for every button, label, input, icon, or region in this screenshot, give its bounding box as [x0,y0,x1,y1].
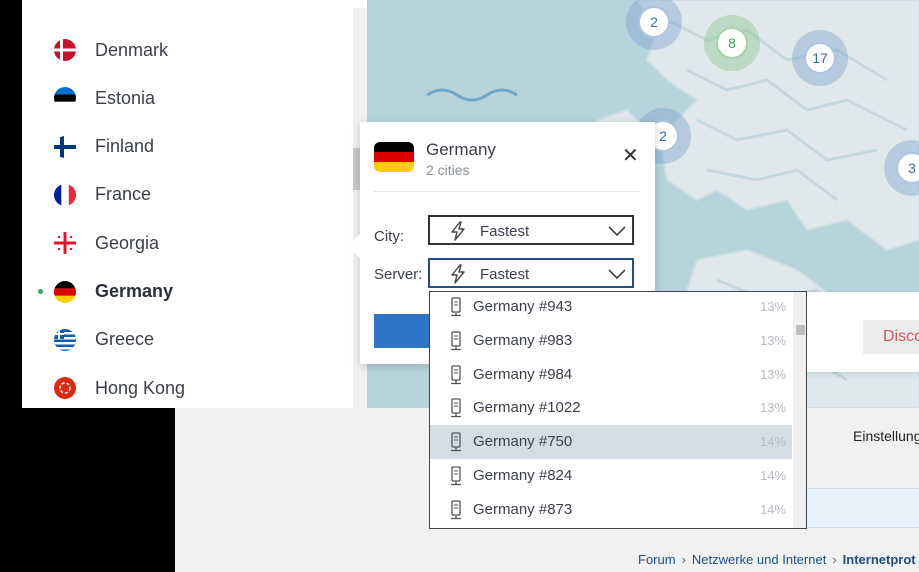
ee-flag-icon [54,87,76,110]
server-name: Germany #984 [473,365,573,383]
country-name: Denmark [95,39,169,60]
server-icon [451,432,461,452]
disconnect-button[interactable]: Disco [863,320,919,354]
country-name: Estonia [95,87,156,108]
server-label: Server: [374,266,423,283]
chevron-down-icon [608,269,626,280]
server-dropdown[interactable]: Germany #943 13% Germany #983 13% Germany #9… [429,291,807,529]
bolt-icon [451,221,465,241]
country-name: Greece [95,329,155,350]
de-flag-icon [54,280,76,303]
server-load: 14% [760,468,787,483]
city-select-value: Fastest [480,223,530,240]
dk-flag-icon [54,39,76,61]
info-strip [805,488,919,528]
germany-flag-icon [374,142,414,172]
server-load: 13% [760,332,787,348]
country-name: Hong Kong [95,377,186,398]
server-load: 13% [760,299,787,314]
server-item[interactable]: Germany #1022 13% [430,391,792,425]
server-select[interactable]: Fastest [428,258,634,288]
cluster-count: 17 [804,42,836,74]
country-item-fi[interactable]: Finland [22,125,352,169]
server-icon [451,297,461,317]
city-select[interactable]: Fastest [428,215,634,245]
server-icon [451,466,461,486]
cluster-count: 2 [638,6,670,38]
server-load: 14% [760,434,787,450]
server-icon [451,500,461,519]
country-item-hk[interactable]: Hong Kong [22,366,352,408]
popup-divider [374,191,640,192]
server-load: 14% [760,501,787,517]
server-item[interactable]: Germany #750 14% [430,425,792,460]
server-icon [451,364,461,384]
dropdown-scroll-thumb[interactable] [796,325,805,335]
server-item[interactable]: Germany #943 13% [430,292,792,324]
server-load: 13% [760,400,787,416]
country-item-gr[interactable]: Greece [22,318,352,362]
country-name: France [95,184,152,205]
country-item-ge[interactable]: Georgia [22,221,352,265]
server-name: Germany #824 [473,467,573,484]
server-item[interactable]: Germany #873 14% [430,493,792,527]
popup-pointer [348,232,362,260]
cluster-count: 3 [896,152,919,184]
breadcrumb-forum[interactable]: Forum [638,552,676,567]
bolt-icon [451,264,465,284]
server-cluster-marker[interactable]: 17 [792,30,848,86]
server-name: Germany #943 [473,298,573,315]
gr-flag-icon [54,328,76,351]
fi-flag-icon [54,135,76,158]
country-name: Georgia [95,232,160,253]
country-item-de[interactable]: Germany [22,270,352,314]
fr-flag-icon [54,183,76,206]
hk-flag-icon [54,377,76,400]
server-cluster-marker[interactable]: 8 [704,15,760,71]
breadcrumb-network[interactable]: Netzwerke und Internet [692,552,826,567]
breadcrumb: Forum › Netzwerke und Internet › Internetpro… [638,552,916,567]
server-icon [451,398,461,418]
server-icon [451,331,461,350]
ge-flag-icon [54,232,76,255]
country-name: Finland [95,136,155,157]
server-item[interactable]: Germany #984 13% [430,358,792,392]
country-item-dk[interactable]: Denmark [22,28,352,72]
popup-subtitle: 2 cities [426,162,470,178]
server-select-value: Fastest [480,266,530,283]
server-load: 13% [760,366,787,382]
country-item-ee[interactable]: Estonia [22,76,352,120]
settings-link[interactable]: Einstellung [853,428,919,444]
server-name: Germany #750 [473,433,573,451]
country-list[interactable]: Denmark Estonia Finland France Georgia German… [22,0,367,408]
close-icon[interactable]: ✕ [622,146,639,166]
server-item[interactable]: Germany #824 14% [430,459,792,493]
server-name: Germany #983 [473,331,573,349]
server-item[interactable]: Germany #983 13% [430,324,792,358]
popup-title: Germany [426,140,496,159]
chevron-down-icon [608,226,626,237]
server-name: Germany #1022 [473,399,581,417]
breadcrumb-current[interactable]: Internetprot [843,552,916,567]
country-name: Germany [95,281,174,301]
country-item-fr[interactable]: France [22,173,352,217]
cluster-count: 8 [716,27,748,59]
city-label: City: [374,228,404,245]
active-indicator [38,289,43,294]
server-name: Germany #873 [473,500,573,518]
